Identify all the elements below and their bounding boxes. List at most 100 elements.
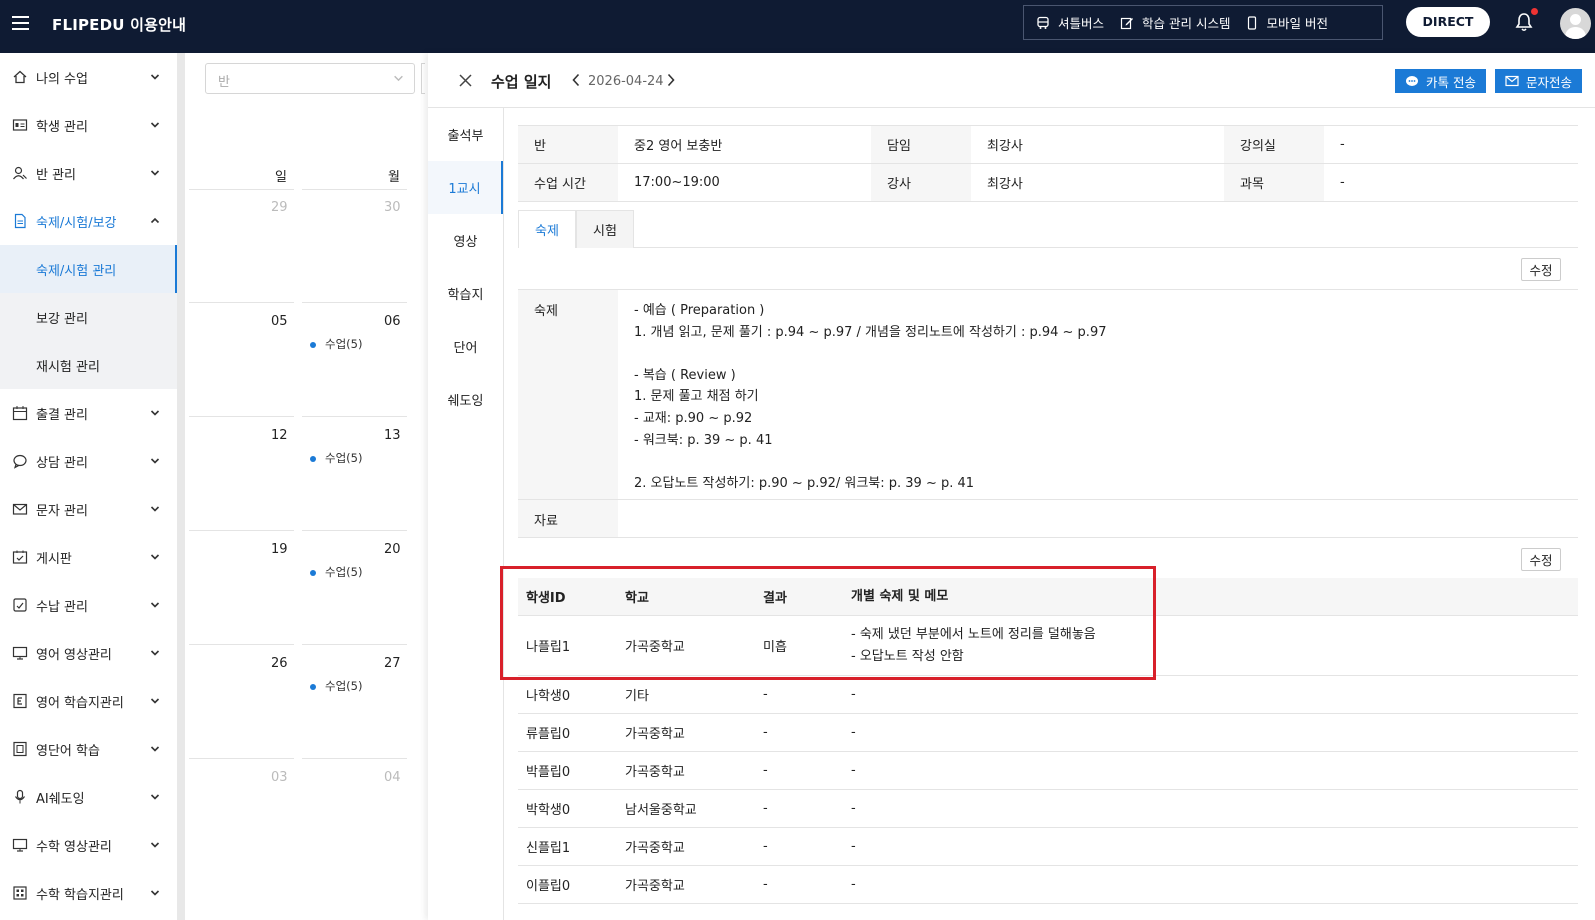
student-memo: - xyxy=(851,724,856,740)
period-tabs: 출석부 1교시 영상 학습지 단어 쉐도잉 xyxy=(428,108,504,920)
calendar-event[interactable]: 수업(5) xyxy=(310,564,362,580)
tab-words[interactable]: 단어 xyxy=(428,320,503,373)
board-icon xyxy=(12,550,28,564)
student-memo: - xyxy=(851,686,856,702)
sheet-icon xyxy=(13,693,27,709)
tab-worksheet[interactable]: 학습지 xyxy=(428,267,503,320)
bell-icon[interactable] xyxy=(1515,12,1533,32)
calendar-event[interactable]: 수업(5) xyxy=(310,336,362,352)
sidebar-subitem-retest[interactable]: 재시험 관리 xyxy=(0,341,177,389)
sms-send-button[interactable]: 문자전송 xyxy=(1495,69,1583,93)
calendar-day-mon[interactable]: 06 xyxy=(384,314,401,329)
table-row[interactable]: 신플립1 가곡중학교 - - xyxy=(518,828,1578,866)
sidebar-item-english-video[interactable]: 영어 영상관리 xyxy=(0,629,177,677)
tab-homework[interactable]: 숙제 xyxy=(518,210,576,248)
sidebar-subitem-homework-exam-manage[interactable]: 숙제/시험 관리 xyxy=(0,245,177,293)
calendar-day-sun[interactable]: 26 xyxy=(271,656,288,671)
student-school: 가곡중학교 xyxy=(625,640,685,655)
sidebar-item-ai-shadowing[interactable]: AI쉐도잉 xyxy=(0,773,177,821)
hamburger-menu-icon[interactable] xyxy=(12,16,29,30)
chevron-right-icon[interactable] xyxy=(666,73,676,87)
calendar-day-mon[interactable]: 30 xyxy=(384,200,401,215)
sidebar-item-sms[interactable]: 문자 관리 xyxy=(0,485,177,533)
chevron-down-icon xyxy=(150,890,160,896)
calendar-day-sun[interactable]: 05 xyxy=(271,314,288,329)
avatar[interactable] xyxy=(1560,8,1591,39)
sidebar-scrollbar[interactable] xyxy=(177,53,185,920)
calendar-day-sun[interactable]: 19 xyxy=(271,542,288,557)
student-school: 가곡중학교 xyxy=(625,727,685,742)
mic-icon xyxy=(15,789,25,804)
col-student-id: 학생ID xyxy=(526,591,566,606)
chevron-left-icon[interactable] xyxy=(571,73,581,87)
calendar-event[interactable]: 수업(5) xyxy=(310,678,362,694)
direct-button[interactable]: DIRECT xyxy=(1406,7,1490,37)
sidebar-item-attendance[interactable]: 출결 관리 xyxy=(0,389,177,437)
sidebar-item-students[interactable]: 학생 관리 xyxy=(0,101,177,149)
table-row[interactable]: 나플립1 가곡중학교 미흡 - 숙제 냈던 부분에서 노트에 정리를 덜해놓음 - 오… xyxy=(518,616,1578,676)
sidebar-item-math-video[interactable]: 수학 영상관리 xyxy=(0,821,177,869)
brand-title[interactable]: FLIPEDU 이용안내 xyxy=(52,14,186,35)
chevron-up-icon xyxy=(150,217,160,224)
sidebar-item-label: AI쉐도잉 xyxy=(36,791,85,807)
tab-video[interactable]: 영상 xyxy=(428,214,503,267)
tab-shadowing[interactable]: 쉐도잉 xyxy=(428,373,503,426)
kakao-send-button[interactable]: 카톡 전송 xyxy=(1395,69,1486,93)
table-row[interactable]: 나학생0 기타 - - xyxy=(518,676,1578,714)
edit-students-button[interactable]: 수정 xyxy=(1521,548,1561,571)
home-icon xyxy=(13,70,27,84)
sidebar-item-classes[interactable]: 반 관리 xyxy=(0,149,177,197)
student-result: 미흡 xyxy=(763,640,787,655)
sidebar-item-english-words[interactable]: 영단어 학습 xyxy=(0,725,177,773)
second-select[interactable] xyxy=(421,63,425,94)
calendar-day-sun[interactable]: 12 xyxy=(271,428,288,443)
content-tabs: 숙제 시험 xyxy=(518,210,1578,248)
student-result: - xyxy=(763,801,768,816)
tab-exam[interactable]: 시험 xyxy=(576,210,634,248)
chevron-down-icon xyxy=(150,698,160,704)
student-school: 남서울중학교 xyxy=(625,803,697,818)
calendar-day-mon[interactable]: 13 xyxy=(384,428,401,443)
sidebar-item-math-worksheet[interactable]: 수학 학습지관리 xyxy=(0,869,177,917)
homework-content: - 예습 ( Preparation ) 1. 개념 읽고, 문제 풀기 : p… xyxy=(634,303,1107,491)
calendar-event[interactable]: 수업(5) xyxy=(310,450,362,466)
student-school: 가곡중학교 xyxy=(625,841,685,856)
calendar-day-mon[interactable]: 20 xyxy=(384,542,401,557)
table-row[interactable]: 박플립0 가곡중학교 - - xyxy=(518,752,1578,790)
close-icon[interactable] xyxy=(459,74,472,87)
chevron-down-icon xyxy=(150,74,160,80)
table-row[interactable]: 이플립0 가곡중학교 - - xyxy=(518,866,1578,904)
calendar-day-sun[interactable]: 03 xyxy=(271,770,288,785)
nav-mobile-version[interactable]: 모바일 버전 xyxy=(1246,13,1328,32)
sidebar-item-my-class[interactable]: 나의 수업 xyxy=(0,53,177,101)
col-school: 학교 xyxy=(625,591,649,606)
sidebar-item-counseling[interactable]: 상담 관리 xyxy=(0,437,177,485)
tab-attendance[interactable]: 출석부 xyxy=(428,108,503,161)
journal-date: 2026-04-24 xyxy=(588,74,664,89)
edit-homework-button[interactable]: 수정 xyxy=(1521,258,1561,281)
student-memo: - 숙제 냈던 부분에서 노트에 정리를 덜해놓음 - 오답노트 작성 안함 xyxy=(851,626,1096,664)
class-select-placeholder: 반 xyxy=(218,75,230,90)
class-info-table: 반 중2 영어 보충반 담임 최강사 강의실 - 수업 시간 17:00~19:… xyxy=(518,125,1578,202)
calendar-day-sun[interactable]: 29 xyxy=(271,200,288,215)
nav-lms[interactable]: 학습 관리 시스템 xyxy=(1120,13,1230,32)
sidebar-subitem-makeup-class[interactable]: 보강 관리 xyxy=(0,293,177,341)
tab-period-1[interactable]: 1교시 xyxy=(428,161,503,214)
calendar-day-mon[interactable]: 27 xyxy=(384,656,401,671)
grid-icon xyxy=(13,886,27,900)
sidebar-item-payment[interactable]: 수납 관리 xyxy=(0,581,177,629)
student-id: 이플립0 xyxy=(526,879,571,894)
sidebar-item-label: 숙제/시험/보강 xyxy=(36,215,117,231)
nav-shuttle-bus[interactable]: 셔틀버스 xyxy=(1036,13,1104,32)
nav-label: 학습 관리 시스템 xyxy=(1142,16,1231,31)
chevron-down-icon xyxy=(150,842,160,848)
sidebar-item-board[interactable]: 게시판 xyxy=(0,533,177,581)
class-select[interactable]: 반 xyxy=(205,63,415,94)
table-row[interactable]: 박학생0 남서울중학교 - - xyxy=(518,790,1578,828)
table-row[interactable]: 류플립0 가곡중학교 - - xyxy=(518,714,1578,752)
edit-icon xyxy=(1120,17,1134,29)
sidebar-item-homework-exam[interactable]: 숙제/시험/보강 xyxy=(0,197,177,245)
nav-label: 셔틀버스 xyxy=(1058,16,1105,31)
calendar-day-mon[interactable]: 04 xyxy=(384,770,401,785)
sidebar-item-english-worksheet[interactable]: 영어 학습지관리 xyxy=(0,677,177,725)
